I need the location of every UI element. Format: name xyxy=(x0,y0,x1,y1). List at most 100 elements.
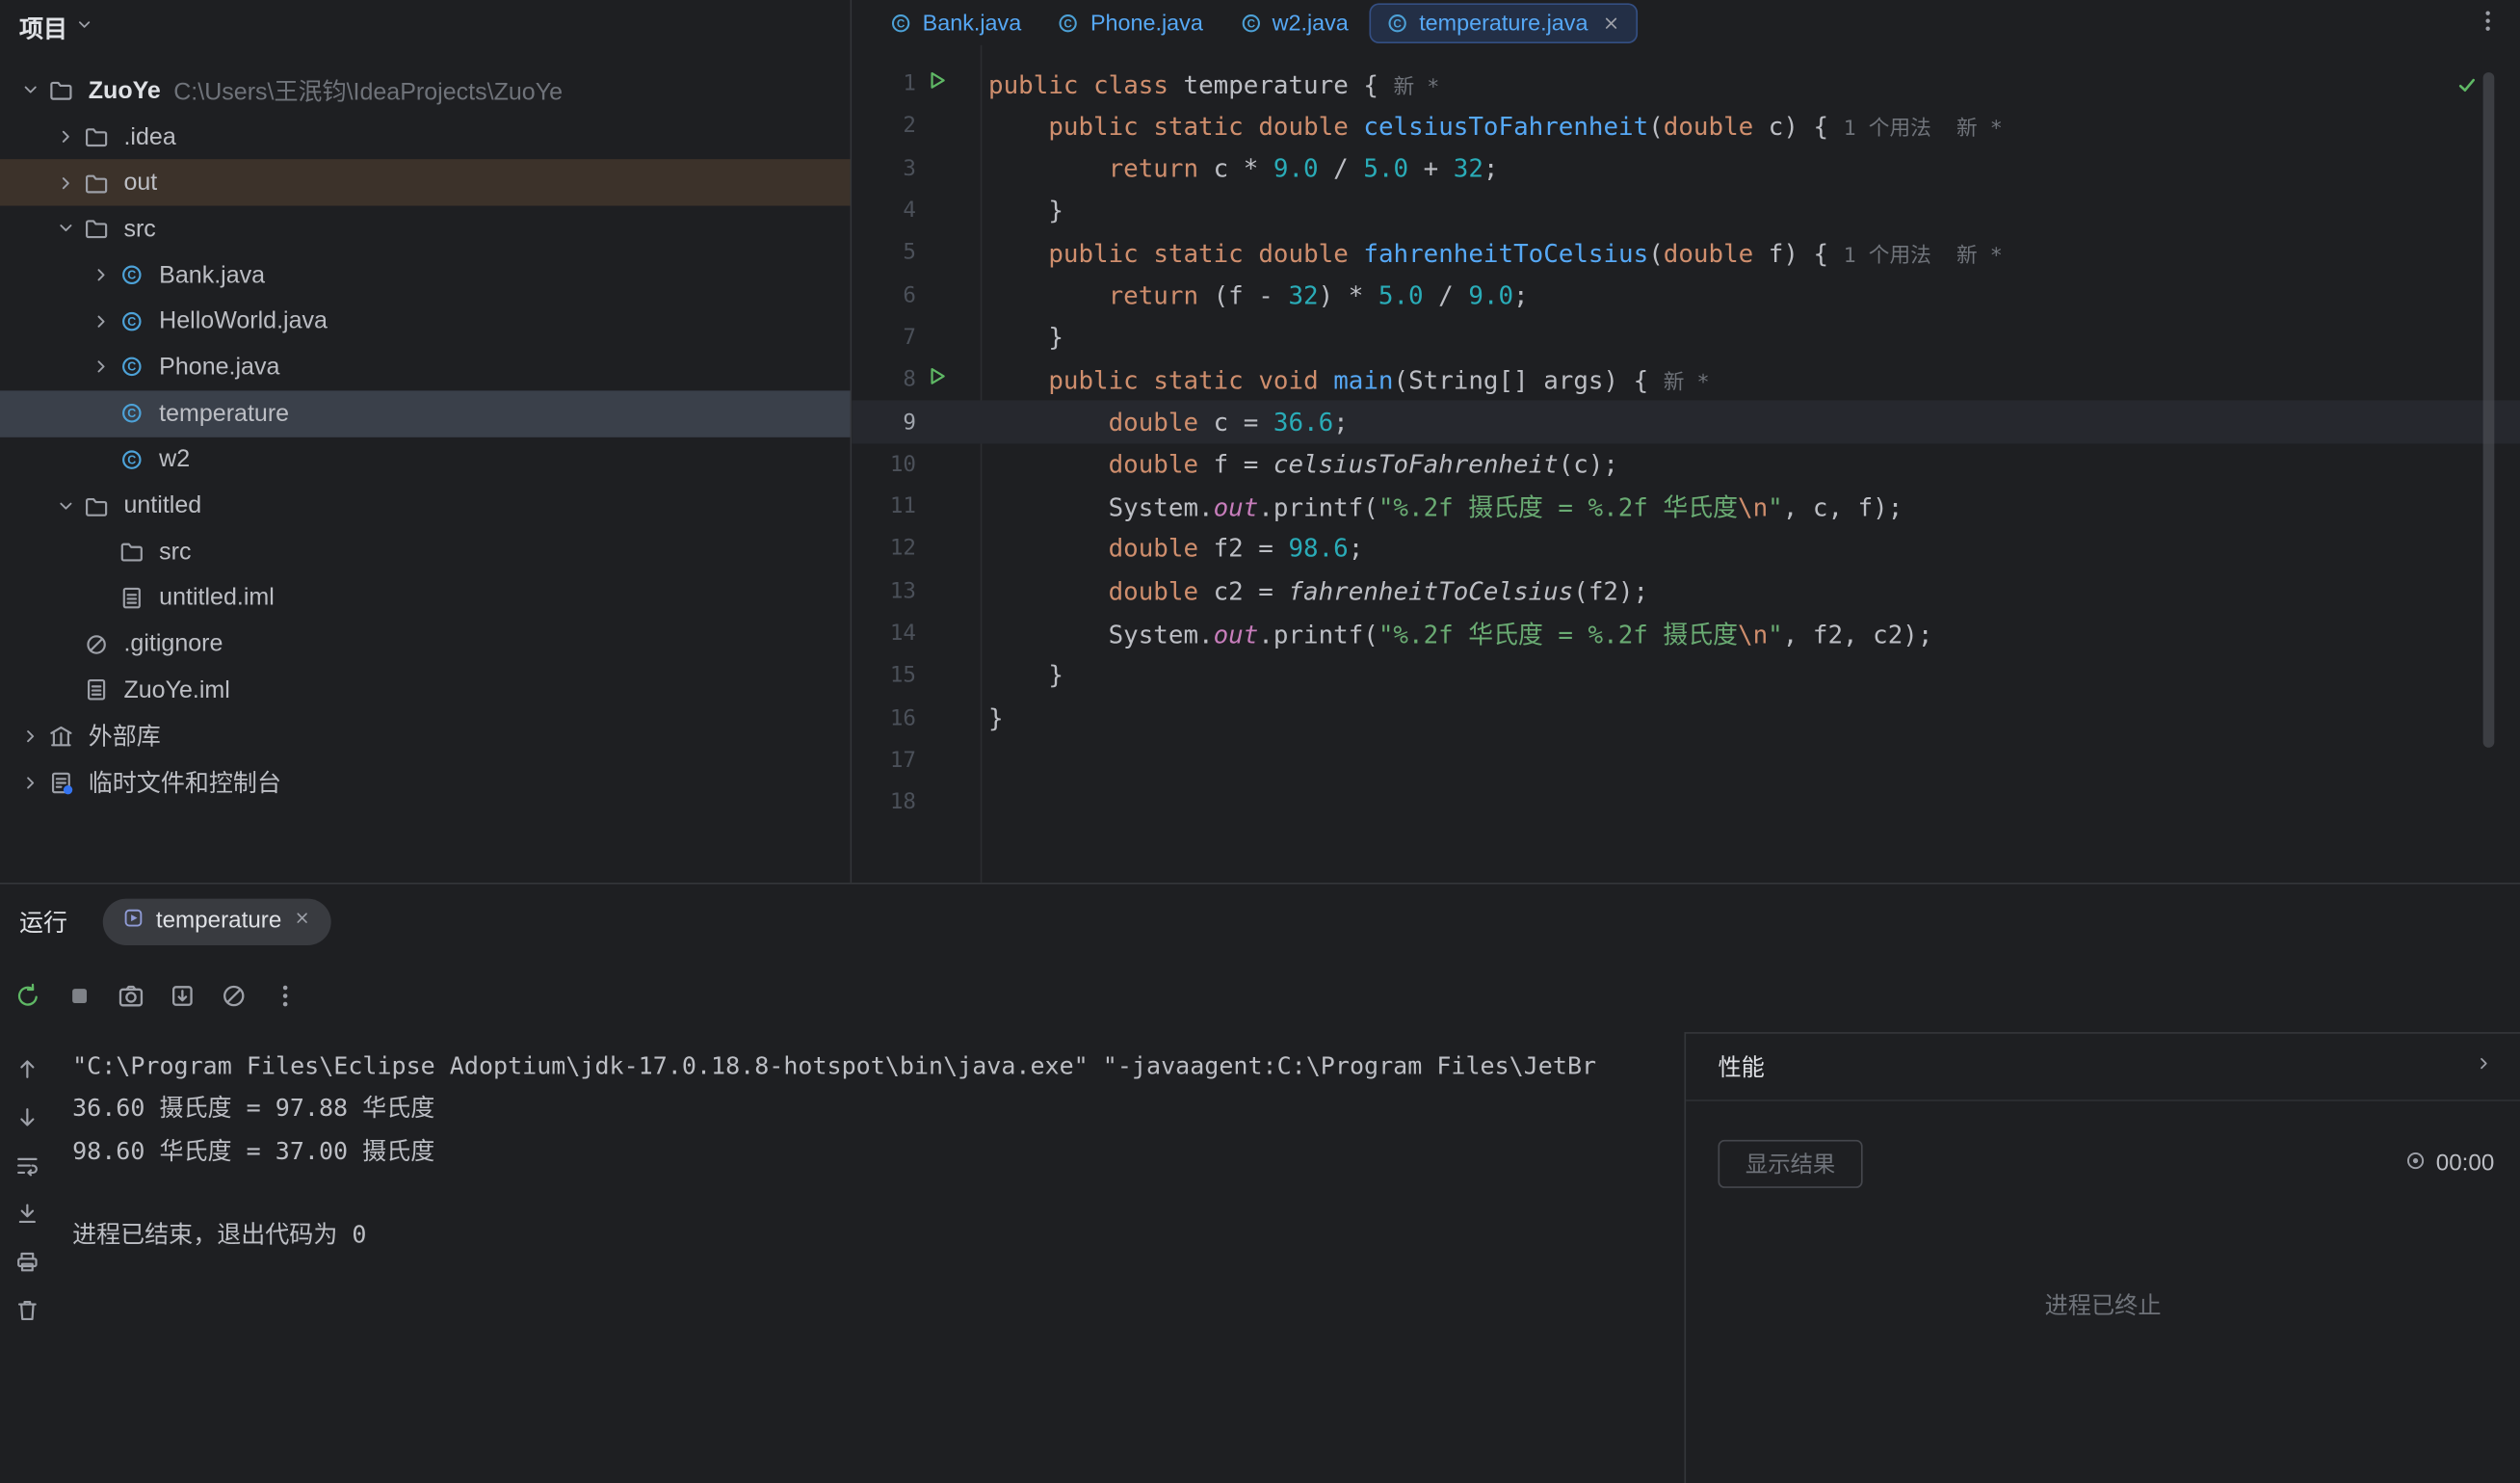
rerun-button[interactable] xyxy=(3,971,51,1020)
code-lines: 1public class temperature { 新 *2 public … xyxy=(852,45,2520,824)
tree-item-HelloWorld.java[interactable]: CHelloWorld.java xyxy=(0,298,851,344)
stop-button[interactable] xyxy=(55,971,103,1020)
record-icon xyxy=(2403,1150,2426,1172)
code-line-10[interactable]: 10 double f = celsiusToFahrenheit(c); xyxy=(852,443,2520,486)
line-number: 8 xyxy=(852,367,916,393)
inspections-ok-icon[interactable] xyxy=(2455,74,2478,105)
code-line-15[interactable]: 15 } xyxy=(852,654,2520,697)
console-line xyxy=(72,1172,1684,1214)
code-line-11[interactable]: 11 System.out.printf("%.2f 摄氏度 = %.2f 华氏… xyxy=(852,486,2520,528)
tree-expand-chevron[interactable] xyxy=(48,218,84,240)
performance-panel: 性能 显示结果 00:00 进程已终止 xyxy=(1684,1032,2520,1483)
tab-close-button[interactable] xyxy=(1601,13,1622,34)
tree-item-out[interactable]: out xyxy=(0,160,851,206)
code-line-7[interactable]: 7 } xyxy=(852,316,2520,358)
soft-wrap-button[interactable] xyxy=(10,1152,45,1178)
code-line-1[interactable]: 1public class temperature { 新 * xyxy=(852,63,2520,105)
tree-item-untitled[interactable]: untitled xyxy=(0,483,851,529)
tree-expand-chevron[interactable] xyxy=(84,264,119,286)
code-line-16[interactable]: 16} xyxy=(852,697,2520,739)
project-panel-header[interactable]: 项目 xyxy=(0,0,851,55)
code-line-13[interactable]: 13 double c2 = fahrenheitToCelsius(f2); xyxy=(852,570,2520,613)
tree-expand-chevron[interactable] xyxy=(48,494,84,516)
scroll-end-button[interactable] xyxy=(10,1201,45,1227)
code-line-8[interactable]: 8 public static void main(String[] args)… xyxy=(852,358,2520,401)
chevron-down-icon[interactable] xyxy=(74,13,95,35)
chevron-right-icon xyxy=(19,771,41,793)
editor-area: CBank.javaCPhone.javaCw2.javaCtemperatur… xyxy=(852,0,2520,883)
run-panel-title: 运行 xyxy=(19,904,67,938)
tree-item-src[interactable]: src xyxy=(0,529,851,575)
console-output[interactable]: "C:\Program Files\Eclipse Adoptium\jdk-1… xyxy=(55,1032,1685,1483)
more-icon[interactable] xyxy=(2475,8,2501,34)
run-tab-close-button[interactable] xyxy=(293,909,312,935)
svg-text:C: C xyxy=(1393,16,1402,29)
code-line-18[interactable]: 18 xyxy=(852,781,2520,824)
project-panel-dropdown[interactable] xyxy=(74,13,95,40)
tree-item-ZuoYe[interactable]: ZuoYeC:\Users\王泯钧\IdeaProjects\ZuoYe xyxy=(0,67,851,114)
arrow-down-button[interactable] xyxy=(10,1104,45,1130)
tree-expand-chevron[interactable] xyxy=(48,125,84,147)
chevron-right-icon xyxy=(55,125,77,147)
code-line-5[interactable]: 5 public static double fahrenheitToCelsi… xyxy=(852,232,2520,275)
code-line-3[interactable]: 3 return c * 9.0 / 5.0 + 32; xyxy=(852,147,2520,190)
screenshot-button[interactable] xyxy=(106,971,154,1020)
print-button[interactable] xyxy=(10,1249,45,1275)
check-icon[interactable] xyxy=(2455,74,2478,96)
tree-item-.idea[interactable]: .idea xyxy=(0,114,851,160)
more-button[interactable] xyxy=(260,971,308,1020)
thread-dump-button[interactable] xyxy=(158,971,206,1020)
console-line: "C:\Program Files\Eclipse Adoptium\jdk-1… xyxy=(72,1045,1684,1087)
code-line-9[interactable]: 9 double c = 36.6; xyxy=(852,401,2520,443)
trash-button[interactable] xyxy=(10,1297,45,1323)
performance-collapse-chevron[interactable] xyxy=(2474,1053,2495,1080)
chevron-right-icon xyxy=(90,310,112,332)
code-line-2[interactable]: 2 public static double celsiusToFahrenhe… xyxy=(852,105,2520,147)
print-icon xyxy=(14,1249,40,1275)
run-tab[interactable]: temperature xyxy=(103,898,331,944)
editor-tab-temperature.java[interactable]: Ctemperature.java xyxy=(1369,3,1638,43)
console-line: 36.60 摄氏度 = 97.88 华氏度 xyxy=(72,1087,1684,1129)
editor-tab-w2.java[interactable]: Cw2.java xyxy=(1224,3,1363,43)
rerun-icon xyxy=(13,982,40,1009)
tree-item-Phone.java[interactable]: CPhone.java xyxy=(0,344,851,390)
chevron-down-icon xyxy=(55,218,77,240)
folder-icon xyxy=(84,216,110,242)
tree-item-外部库[interactable]: 外部库 xyxy=(0,713,851,759)
editor-tab-Phone.java[interactable]: CPhone.java xyxy=(1042,3,1218,43)
tree-expand-chevron[interactable] xyxy=(13,725,48,747)
tree-expand-chevron[interactable] xyxy=(13,79,48,101)
arrow-up-button[interactable] xyxy=(10,1056,45,1082)
soft-wrap-icon xyxy=(14,1152,40,1178)
code-line-4[interactable]: 4 } xyxy=(852,190,2520,232)
folder-icon xyxy=(48,78,74,104)
tree-item-src[interactable]: src xyxy=(0,206,851,252)
code-line-14[interactable]: 14 System.out.printf("%.2f 华氏度 = %.2f 摄氏… xyxy=(852,612,2520,654)
tree-expand-chevron[interactable] xyxy=(84,310,119,332)
code-line-17[interactable]: 17 xyxy=(852,739,2520,781)
show-results-button[interactable]: 显示结果 xyxy=(1718,1140,1862,1188)
tree-expand-chevron[interactable] xyxy=(84,356,119,378)
code-line-12[interactable]: 12 double f2 = 98.6; xyxy=(852,528,2520,570)
tree-item-w2[interactable]: Cw2 xyxy=(0,437,851,483)
gitignore-icon xyxy=(84,631,110,657)
tab-options-button[interactable] xyxy=(2475,8,2501,41)
tree-item-untitled.iml[interactable]: untitled.iml xyxy=(0,575,851,622)
code-editor[interactable]: 1public class temperature { 新 *2 public … xyxy=(852,45,2520,883)
clear-button[interactable] xyxy=(209,971,257,1020)
tree-item-temperature[interactable]: Ctemperature xyxy=(0,390,851,437)
run-line-icon[interactable] xyxy=(926,365,948,394)
elapsed-timer: 00:00 xyxy=(2403,1150,2494,1178)
tree-item-ZuoYe.iml[interactable]: ZuoYe.iml xyxy=(0,667,851,713)
tree-item-临时文件和控制台[interactable]: 临时文件和控制台 xyxy=(0,759,851,806)
run-line-icon[interactable] xyxy=(926,69,948,98)
tree-item-.gitignore[interactable]: .gitignore xyxy=(0,621,851,667)
editor-tab-Bank.java[interactable]: CBank.java xyxy=(875,3,1037,43)
tree-item-Bank.java[interactable]: CBank.java xyxy=(0,252,851,299)
editor-scrollbar[interactable] xyxy=(2483,72,2495,748)
tree-expand-chevron[interactable] xyxy=(48,172,84,194)
close-icon[interactable] xyxy=(293,909,312,928)
tree-expand-chevron[interactable] xyxy=(13,771,48,793)
chevron-right-icon[interactable] xyxy=(2474,1053,2495,1074)
code-line-6[interactable]: 6 return (f - 32) * 5.0 / 9.0; xyxy=(852,274,2520,316)
